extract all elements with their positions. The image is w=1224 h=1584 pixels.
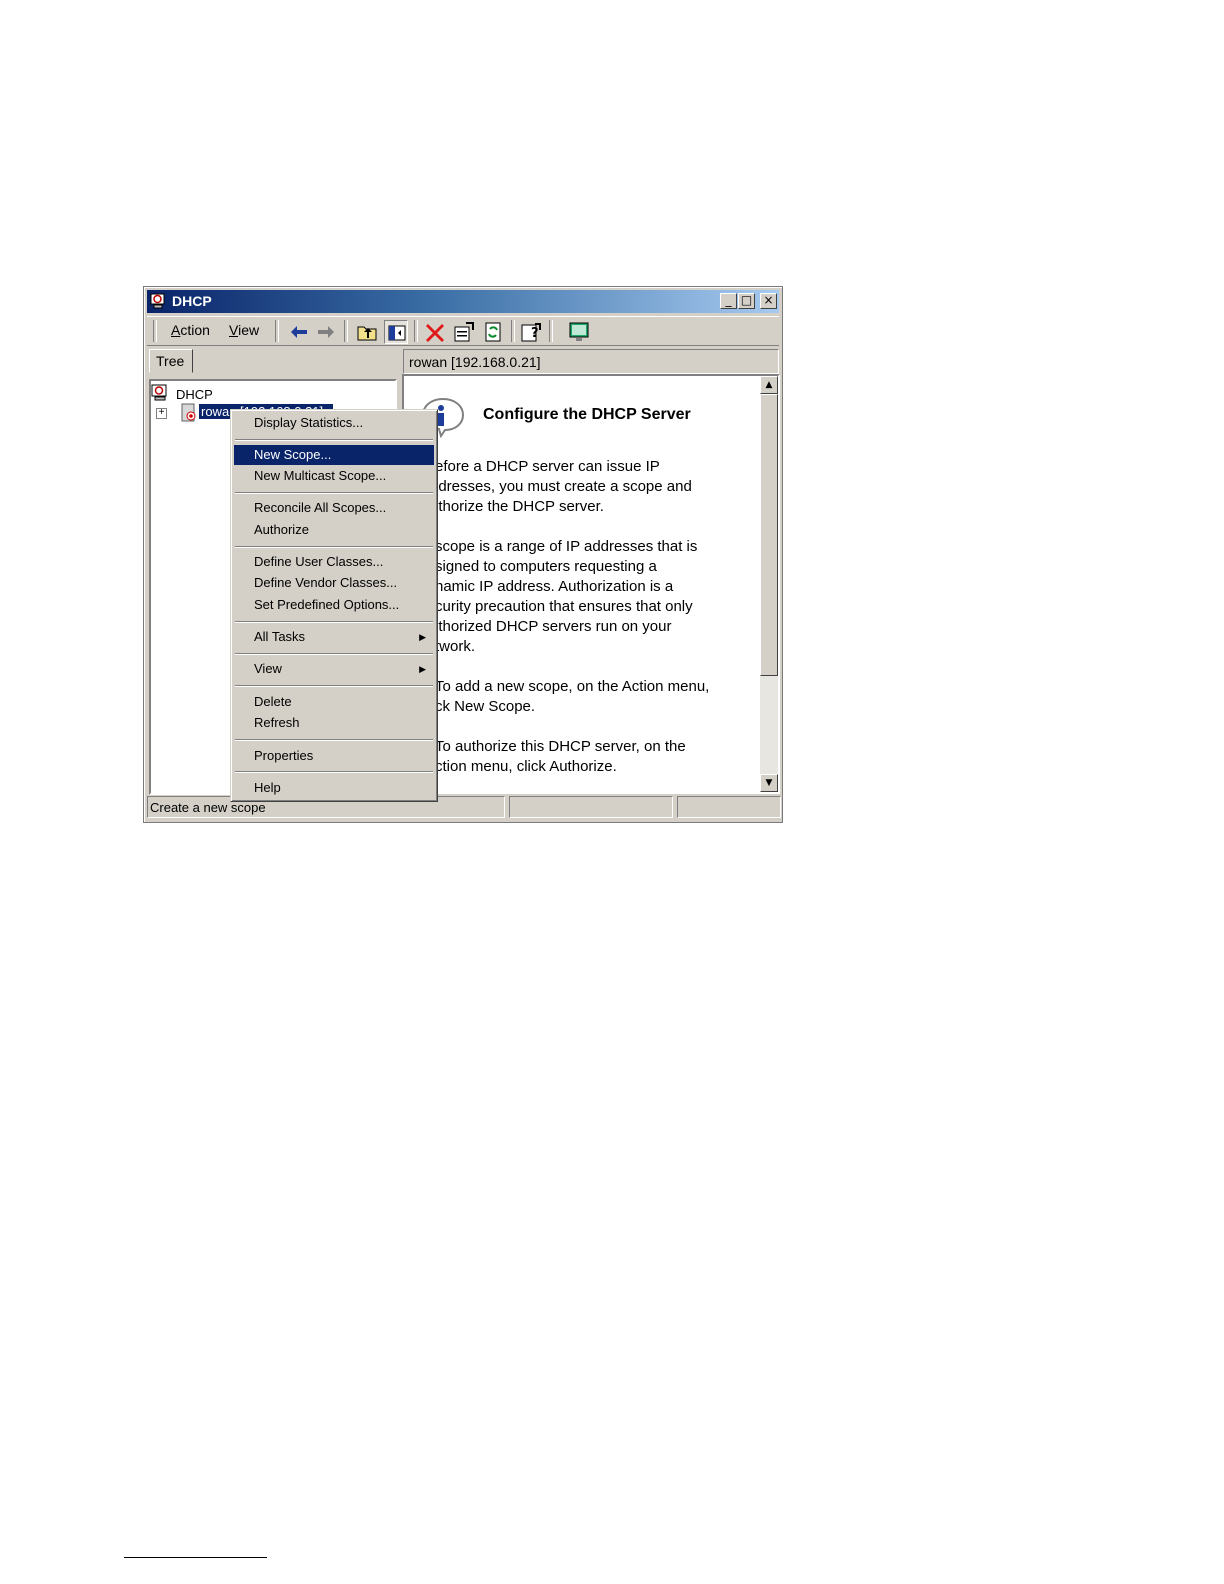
menu-item-label: View	[254, 661, 282, 676]
detail-pane: Configure the DHCP Server efore a DHCP s…	[402, 374, 780, 794]
toolbar: Action View ?	[147, 316, 779, 346]
toolbar-separator	[511, 320, 515, 342]
menu-item-refresh[interactable]: Refresh	[234, 713, 434, 733]
dhcp-icon	[151, 384, 171, 402]
toolbar-grip[interactable]	[153, 320, 157, 342]
maximize-button[interactable]: □	[738, 293, 755, 309]
submenu-arrow-icon: ▶	[419, 632, 426, 642]
menu-item-display-statistics[interactable]: Display Statistics...	[234, 413, 434, 433]
menu-item-properties[interactable]: Properties	[234, 746, 434, 766]
status-pane	[509, 796, 673, 818]
info-paragraph: To authorize this DHCP server, on the ct…	[435, 738, 686, 775]
toolbar-grip[interactable]	[275, 320, 279, 342]
menu-item-reconcile-all-scopes[interactable]: Reconcile All Scopes...	[234, 498, 434, 518]
menu-view[interactable]: View	[229, 322, 259, 338]
back-arrow-icon[interactable]	[287, 320, 311, 344]
up-one-level-icon[interactable]	[355, 320, 379, 344]
menu-item-view[interactable]: View ▶	[234, 659, 434, 679]
console-icon[interactable]	[567, 320, 591, 344]
toolbar-separator	[344, 320, 348, 342]
menu-item-delete[interactable]: Delete	[234, 692, 434, 712]
menu-separator	[235, 546, 433, 548]
scroll-up-button[interactable]: ▲	[760, 376, 778, 394]
menu-separator	[235, 439, 433, 441]
menu-item-all-tasks[interactable]: All Tasks ▶	[234, 627, 434, 647]
toolbar-separator	[414, 320, 418, 342]
menu-separator	[235, 771, 433, 773]
title-bar[interactable]: DHCP _ □ ×	[147, 290, 779, 313]
menu-separator	[235, 685, 433, 687]
forward-arrow-icon[interactable]	[314, 320, 338, 344]
delete-icon[interactable]	[423, 320, 447, 344]
show-hide-console-tree-icon[interactable]	[384, 320, 408, 344]
expand-icon[interactable]: +	[156, 408, 167, 419]
properties-icon[interactable]	[452, 320, 476, 344]
configure-heading: Configure the DHCP Server	[483, 406, 691, 423]
menu-item-define-vendor-classes[interactable]: Define Vendor Classes...	[234, 573, 434, 593]
menu-separator	[235, 739, 433, 741]
menu-item-set-predefined-options[interactable]: Set Predefined Options...	[234, 595, 434, 615]
svg-text:?: ?	[531, 326, 539, 341]
toolbar-separator	[549, 320, 553, 342]
menu-item-define-user-classes[interactable]: Define User Classes...	[234, 552, 434, 572]
menu-separator	[235, 621, 433, 623]
info-paragraph: To add a new scope, on the Action menu, …	[435, 678, 710, 715]
dhcp-app-icon	[150, 293, 167, 310]
refresh-icon[interactable]	[481, 320, 505, 344]
menu-item-authorize[interactable]: Authorize	[234, 520, 434, 540]
menu-separator	[235, 492, 433, 494]
menu-separator	[235, 653, 433, 655]
footnote-rule	[124, 1557, 267, 1558]
scroll-down-button[interactable]: ▼	[760, 774, 778, 792]
menu-action[interactable]: Action	[171, 322, 210, 338]
context-menu: Display Statistics... New Scope... New M…	[230, 409, 438, 802]
detail-pane-header: rowan [192.168.0.21]	[403, 349, 779, 374]
server-icon	[180, 403, 198, 423]
scrollbar-thumb[interactable]	[760, 394, 778, 676]
help-icon[interactable]: ?	[519, 320, 543, 344]
info-paragraph: efore a DHCP server can issue IP ldresse…	[435, 458, 692, 515]
status-pane	[677, 796, 781, 818]
submenu-arrow-icon: ▶	[419, 664, 426, 674]
minimize-button[interactable]: _	[720, 293, 737, 309]
vertical-scrollbar[interactable]: ▲ ▼	[760, 376, 778, 792]
menu-item-new-scope[interactable]: New Scope...	[234, 445, 434, 465]
close-button[interactable]: ×	[760, 293, 777, 309]
tab-tree[interactable]: Tree	[149, 349, 193, 373]
menu-item-label: All Tasks	[254, 629, 306, 644]
menu-item-help[interactable]: Help	[234, 778, 434, 798]
window-title: DHCP	[172, 293, 212, 309]
menu-item-new-multicast-scope[interactable]: New Multicast Scope...	[234, 466, 434, 486]
tree-node-label: DHCP	[176, 387, 213, 402]
info-paragraph: scope is a range of IP addresses that is…	[435, 538, 698, 655]
